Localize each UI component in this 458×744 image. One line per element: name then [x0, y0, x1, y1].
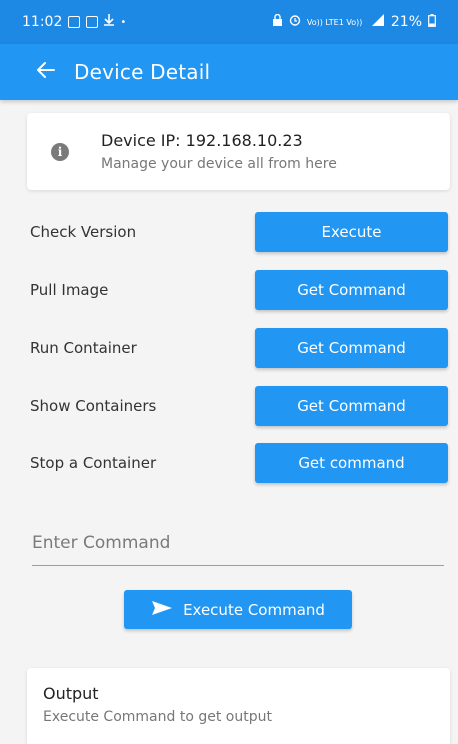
command-input[interactable] [32, 520, 444, 565]
command-row-show-containers: Show Containers Get Command [30, 386, 448, 426]
page-title: Device Detail [74, 60, 211, 84]
get-command-button[interactable]: Get Command [255, 386, 448, 426]
command-label: Check Version [30, 223, 137, 241]
command-label: Run Container [30, 339, 137, 357]
command-row-run-container: Run Container Get Command [30, 328, 448, 368]
signal-icon [371, 14, 385, 30]
send-icon [151, 600, 173, 620]
command-row-pull-image: Pull Image Get Command [30, 270, 448, 310]
battery-percent: 21% [390, 14, 422, 30]
command-label: Pull Image [30, 281, 109, 299]
alarm-icon [289, 14, 301, 30]
back-button[interactable] [24, 50, 68, 94]
command-row-check-version: Check Version Execute [30, 212, 448, 252]
status-bar-right: Vo)) LTE1 Vo)) LTE2 21% [272, 13, 436, 31]
status-bar-left: 11:02 • [22, 14, 126, 30]
app-bar: Device Detail [0, 44, 458, 100]
info-icon: i [51, 142, 69, 161]
status-bar: 11:02 • Vo)) LTE1 Vo)) LTE2 21% [0, 0, 458, 44]
get-command-button[interactable]: Get Command [255, 328, 448, 368]
download-notification-icon [104, 14, 115, 30]
get-command-button[interactable]: Get Command [255, 270, 448, 310]
command-label: Show Containers [30, 397, 157, 415]
device-ip: Device IP: 192.168.10.23 [101, 131, 303, 150]
network-indicator: Vo)) LTE1 Vo)) LTE2 [306, 17, 365, 27]
command-label: Stop a Container [30, 454, 157, 472]
status-dot: • [120, 16, 127, 28]
execute-command-button[interactable]: Execute Command [124, 590, 352, 629]
get-command-button[interactable]: Get command [255, 443, 448, 483]
output-title: Output [43, 684, 99, 703]
command-input-wrapper [32, 520, 444, 566]
execute-command-label: Execute Command [183, 600, 325, 619]
arrow-left-icon [37, 62, 55, 82]
output-subtitle: Execute Command to get output [43, 709, 272, 725]
battery-icon [428, 13, 436, 31]
linkedin-notification-icon [86, 16, 99, 28]
execute-button[interactable]: Execute [255, 212, 448, 252]
device-info-card: i Device IP: 192.168.10.23 Manage your d… [27, 113, 450, 190]
gallery-notification-icon [68, 16, 81, 28]
output-card: Output Execute Command to get output [27, 668, 450, 744]
command-row-stop-container: Stop a Container Get command [30, 443, 448, 483]
device-info-text: Device IP: 192.168.10.23 Manage your dev… [101, 131, 337, 172]
device-info-subtitle: Manage your device all from here [101, 156, 337, 172]
lock-icon [272, 13, 283, 30]
status-time: 11:02 [22, 14, 63, 30]
